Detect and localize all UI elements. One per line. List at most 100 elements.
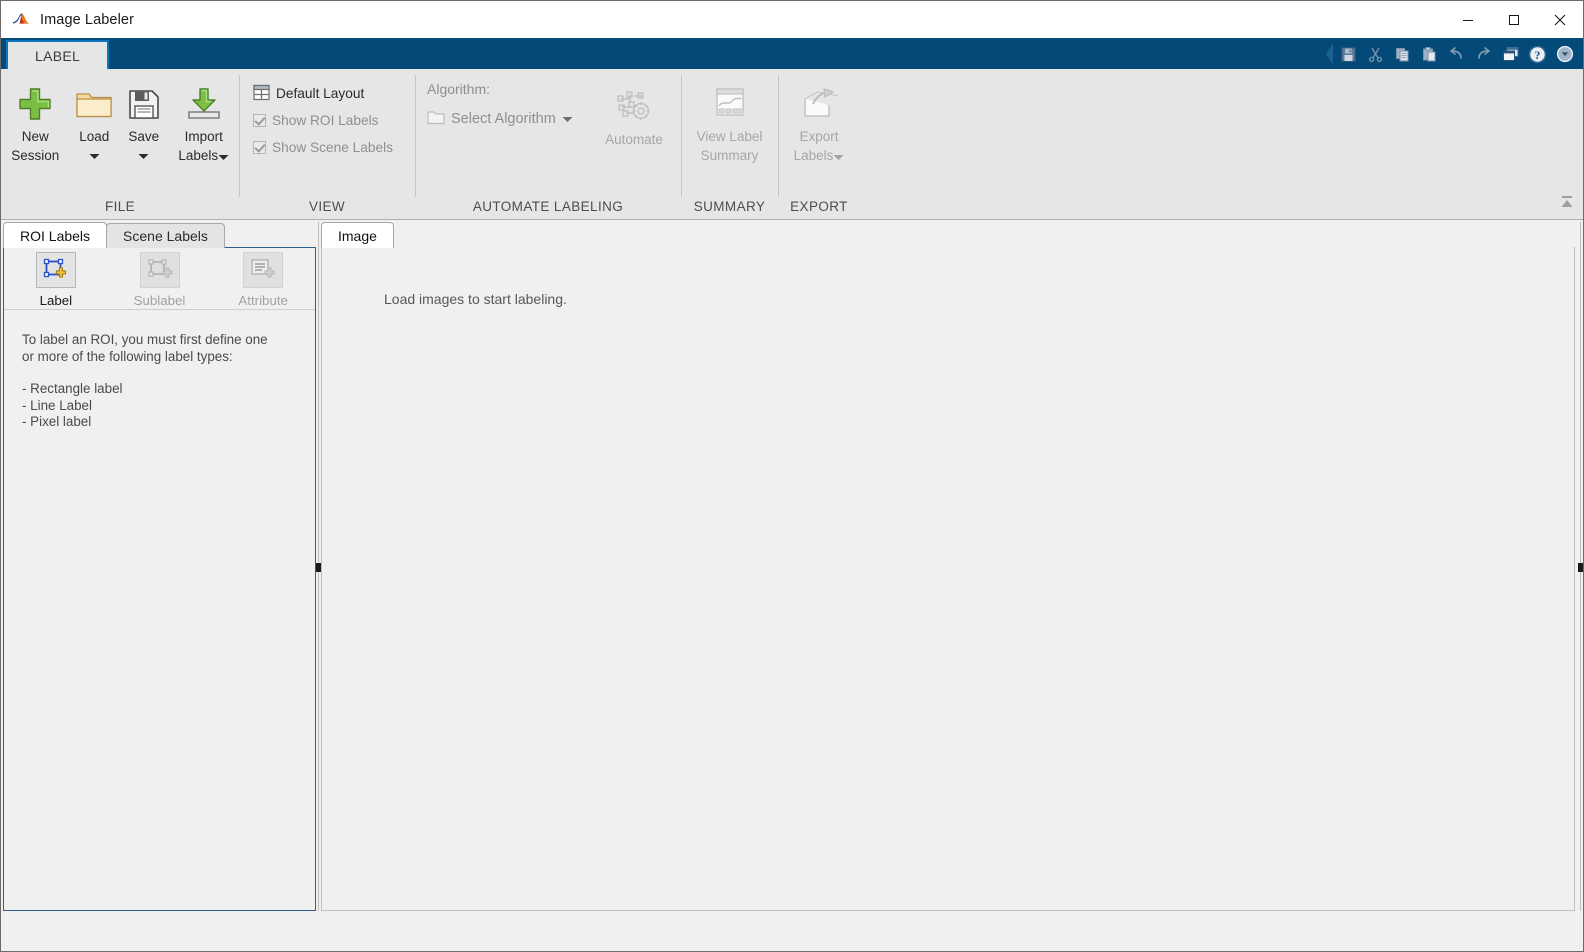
qat-redo-icon[interactable] [1471,42,1496,66]
save-label: Save [128,129,160,144]
main-workspace: ROI Labels Scene Labels Label Sublabel A… [1,220,1583,911]
tab-roi-labels[interactable]: ROI Labels [3,222,108,248]
tab-scene-labels[interactable]: Scene Labels [106,223,225,248]
image-canvas[interactable]: Load images to start labeling. [321,247,1575,911]
default-layout-label: Default Layout [276,86,365,101]
roi-labels-panel: ROI Labels Scene Labels Label Sublabel A… [3,222,316,911]
ribbon-group-view: Default Layout Show ROI Labels Show Scen… [239,69,415,220]
export-labels-line1: Export [799,129,839,144]
collapse-ribbon-button[interactable] [1559,194,1575,215]
summary-group-label: SUMMARY [693,199,766,214]
view-label-summary-line2: Summary [700,148,759,163]
roi-label-icon [35,252,76,288]
right-splitter[interactable] [1577,222,1583,911]
algorithm-selector: Algorithm: Select Algorithm [425,79,595,132]
roi-labels-panel-body: Label Sublabel Attribute To label an ROI… [3,247,316,911]
qat-cut-icon[interactable] [1363,42,1388,66]
image-panel: Image Load images to start labeling. [321,222,1575,911]
show-scene-labels-checkbox[interactable]: Show Scene Labels [247,134,399,161]
define-attribute-button[interactable]: Attribute [211,250,315,308]
algorithm-caption: Algorithm: [427,81,491,97]
ribbon-group-automate-labeling: Algorithm: Select Algorithm Automate AUT… [415,69,681,220]
file-group-buttons: New Session Load Save Import Labels [1,69,239,196]
title-bar: Image Labeler [1,1,1583,38]
export-labels-dropdown-caret[interactable] [833,148,844,165]
attribute-icon [243,252,284,288]
image-panel-tabs: Image [321,222,1575,248]
left-panel-tabs: ROI Labels Scene Labels [3,222,316,248]
export-labels-button[interactable]: Export Labels [780,76,858,165]
export-arrow-icon [800,82,838,126]
save-dropdown-caret[interactable] [119,145,169,164]
show-scene-labels-label: Show Scene Labels [272,140,393,155]
qat-paste-icon[interactable] [1417,42,1442,66]
right-splitter-grip[interactable] [1577,562,1583,572]
ribbon-group-summary: View Label Summary SUMMARY [681,69,778,220]
define-label-button[interactable]: Label [4,250,108,308]
import-labels-dropdown-caret[interactable] [218,148,229,165]
automate-group-items: Algorithm: Select Algorithm Automate [415,69,681,196]
new-session-label-line2: Session [11,148,60,163]
qat-save-icon[interactable] [1336,42,1361,66]
folder-outline-icon [427,109,445,128]
minimize-button[interactable] [1445,1,1491,38]
load-label: Load [79,129,110,144]
ribbon-group-export: Export Labels EXPORT [778,69,860,220]
select-algorithm-dropdown[interactable]: Select Algorithm [425,105,595,132]
new-session-label-line1: New [21,129,49,144]
quick-access-toolbar: ? [1324,41,1577,67]
roi-hint-text: To label an ROI, you must first define o… [4,310,315,431]
checkbox-checked-icon [253,114,266,127]
import-labels-label-text: Labels [178,148,219,163]
import-labels-label-line2: Labels [169,145,239,165]
import-labels-label-line1: Import [184,129,223,144]
view-label-summary-line1: View Label [696,129,763,144]
plus-icon [16,82,54,126]
qat-help-icon[interactable]: ? [1525,42,1550,66]
export-group-label: EXPORT [790,199,848,214]
hint-bullet-1: - Rectangle label [22,381,123,396]
ribbon: New Session Load Save Import Labels FILE… [1,69,1583,220]
qat-customize-dropdown-icon[interactable] [1552,42,1577,66]
floppy-disk-icon [127,82,161,126]
define-sublabel-button[interactable]: Sublabel [108,250,212,308]
window-title: Image Labeler [40,11,134,28]
qat-layout-icon[interactable] [1498,42,1523,66]
load-button[interactable]: Load [70,76,120,164]
tab-label[interactable]: LABEL [6,40,110,69]
automate-button[interactable]: Automate [595,79,673,148]
save-button[interactable]: Save [119,76,169,164]
qat-undo-icon[interactable] [1444,42,1469,66]
label-actions-bar: Label Sublabel Attribute [4,248,315,310]
show-roi-labels-label: Show ROI Labels [272,113,379,128]
export-labels-line2-text: Labels [793,148,834,163]
view-label-summary-button[interactable]: View Label Summary [684,76,776,164]
ribbon-group-file: New Session Load Save Import Labels FILE [1,69,239,220]
matlab-logo-icon [12,10,31,29]
load-dropdown-caret[interactable] [70,145,120,164]
tab-image[interactable]: Image [321,222,394,248]
automate-label: Automate [605,132,663,147]
define-attribute-text: Attribute [238,293,288,308]
hint-spacer [22,365,297,381]
maximize-button[interactable] [1491,1,1537,38]
hint-line-2: or more of the following label types: [22,348,233,364]
hint-line-1: To label an ROI, you must first define o… [22,332,268,347]
automate-network-icon [614,85,654,129]
canvas-placeholder-message: Load images to start labeling. [384,291,567,307]
import-arrow-icon [186,82,222,126]
select-algorithm-caret[interactable] [562,111,573,126]
view-group-items: Default Layout Show ROI Labels Show Scen… [239,69,415,196]
ribbon-tab-strip: LABEL ? [1,38,1583,69]
import-labels-button[interactable]: Import Labels [169,76,239,165]
close-button[interactable] [1537,1,1583,38]
file-group-label: FILE [104,199,136,214]
left-splitter-grip[interactable] [316,562,321,572]
default-layout-button[interactable]: Default Layout [247,80,370,107]
qat-copy-icon[interactable] [1390,42,1415,66]
left-splitter[interactable] [316,222,321,911]
view-group-label: VIEW [308,199,346,214]
folder-icon [75,82,113,126]
show-roi-labels-checkbox[interactable]: Show ROI Labels [247,107,385,134]
new-session-button[interactable]: New Session [1,76,70,164]
